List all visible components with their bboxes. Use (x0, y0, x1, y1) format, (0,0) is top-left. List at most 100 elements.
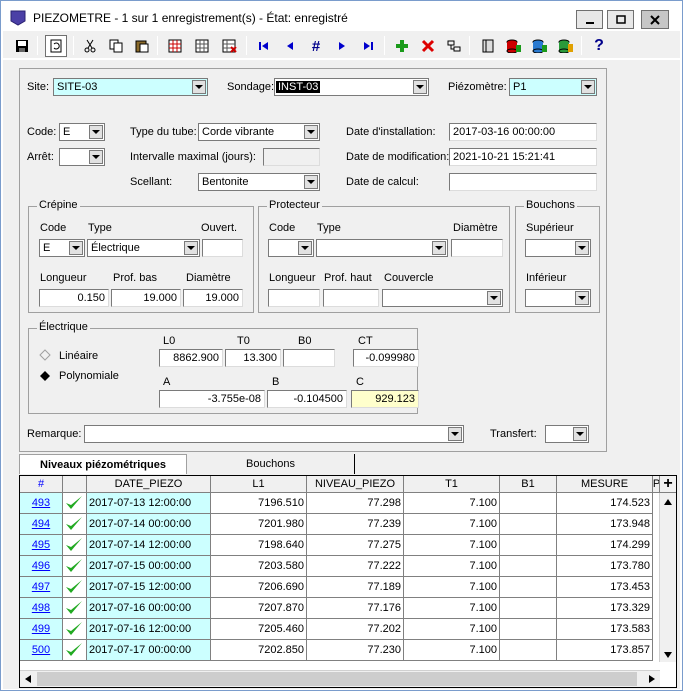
transfert-combo[interactable] (545, 425, 589, 443)
row-status-cell[interactable] (63, 640, 87, 661)
column-header[interactable]: L1 (211, 476, 307, 493)
scroll-down-icon[interactable] (664, 652, 672, 658)
paste-button[interactable] (131, 35, 153, 57)
dropdown-arrow-icon[interactable] (581, 80, 595, 94)
dropdown-arrow-icon[interactable] (304, 125, 318, 139)
dropdown-arrow-icon[interactable] (184, 241, 198, 255)
scroll-up-icon[interactable] (664, 499, 672, 505)
t1-cell[interactable]: 7.100 (404, 598, 500, 619)
save-button[interactable] (11, 35, 33, 57)
column-header[interactable]: NIVEAU_PIEZO (307, 476, 404, 493)
mesure-cell[interactable]: 173.857 (557, 640, 653, 661)
column-header[interactable] (63, 476, 87, 493)
b1-cell[interactable] (500, 577, 557, 598)
date-cell[interactable]: 2017-07-16 00:00:00 (87, 598, 211, 619)
niveau-cell[interactable]: 77.275 (307, 535, 404, 556)
dropdown-arrow-icon[interactable] (575, 291, 589, 305)
protecteur-longueur-field[interactable] (268, 289, 320, 307)
mesure-cell[interactable]: 173.583 (557, 619, 653, 640)
date-cell[interactable]: 2017-07-17 00:00:00 (87, 640, 211, 661)
refresh-button[interactable] (45, 35, 67, 57)
protecteur-diametre-field[interactable] (451, 239, 503, 257)
type-tube-combo[interactable]: Corde vibrante (198, 123, 320, 141)
prof-haut-field[interactable] (323, 289, 379, 307)
code-combo[interactable]: E (59, 123, 105, 141)
scellant-combo[interactable]: Bentonite (198, 173, 320, 191)
row-number[interactable]: 495 (20, 535, 63, 556)
l1-cell[interactable]: 7198.640 (211, 535, 307, 556)
tab-niveaux[interactable]: Niveaux piézométriques (19, 454, 187, 474)
l1-cell[interactable]: 7196.510 (211, 493, 307, 514)
delete-record-button[interactable] (417, 35, 439, 57)
sondage-combo[interactable]: INST-03 (274, 78, 429, 96)
t1-cell[interactable]: 7.100 (404, 556, 500, 577)
vertical-scrollbar[interactable] (659, 493, 676, 662)
b1-cell[interactable] (500, 598, 557, 619)
date-install-field[interactable]: 2017-03-16 00:00:00 (449, 123, 597, 141)
row-number[interactable]: 497 (20, 577, 63, 598)
mesure-cell[interactable]: 173.329 (557, 598, 653, 619)
dropdown-arrow-icon[interactable] (575, 241, 589, 255)
horizontal-scrollbar[interactable] (20, 670, 660, 687)
crepine-code-combo[interactable]: E (39, 239, 85, 257)
remarque-combo[interactable] (84, 425, 464, 443)
l1-cell[interactable]: 7201.980 (211, 514, 307, 535)
mesure-cell[interactable]: 174.523 (557, 493, 653, 514)
C-field[interactable]: 929.123 (351, 390, 419, 408)
row-number[interactable]: 498 (20, 598, 63, 619)
niveau-cell[interactable]: 77.222 (307, 556, 404, 577)
date-modif-field[interactable]: 2021-10-21 15:21:41 (449, 148, 597, 166)
date-cell[interactable]: 2017-07-15 12:00:00 (87, 577, 211, 598)
protecteur-code-combo[interactable] (268, 239, 314, 257)
L0-field[interactable]: 8862.900 (159, 349, 223, 367)
ouvert-field[interactable] (202, 239, 243, 257)
data-grid[interactable]: # DATE_PIEZO L1 NIVEAU_PIEZO T1 B1 MESURE P 493… (19, 475, 677, 688)
book-button[interactable] (477, 35, 499, 57)
l1-cell[interactable]: 7203.580 (211, 556, 307, 577)
add-row-button[interactable]: + (659, 476, 676, 493)
dropdown-arrow-icon[interactable] (573, 427, 587, 441)
l1-cell[interactable]: 7207.870 (211, 598, 307, 619)
prev-record-button[interactable] (279, 35, 301, 57)
last-record-button[interactable] (357, 35, 379, 57)
column-header[interactable]: # (20, 476, 63, 493)
row-status-cell[interactable] (63, 598, 87, 619)
copy-button[interactable] (105, 35, 127, 57)
t1-cell[interactable]: 7.100 (404, 514, 500, 535)
row-number[interactable]: 500 (20, 640, 63, 661)
l1-cell[interactable]: 7202.850 (211, 640, 307, 661)
dropdown-arrow-icon[interactable] (413, 80, 427, 94)
scroll-right-icon[interactable] (649, 675, 655, 683)
niveau-cell[interactable]: 77.202 (307, 619, 404, 640)
column-header[interactable]: DATE_PIEZO (87, 476, 211, 493)
crepine-diametre-field[interactable]: 19.000 (183, 289, 243, 307)
mesure-cell[interactable]: 173.948 (557, 514, 653, 535)
couvercle-combo[interactable] (382, 289, 503, 307)
row-status-cell[interactable] (63, 535, 87, 556)
niveau-cell[interactable]: 77.189 (307, 577, 404, 598)
b1-cell[interactable] (500, 514, 557, 535)
niveau-cell[interactable]: 77.176 (307, 598, 404, 619)
goto-record-button[interactable]: # (305, 35, 327, 57)
cut-button[interactable] (79, 35, 101, 57)
dropdown-arrow-icon[interactable] (304, 175, 318, 189)
column-header[interactable]: B1 (500, 476, 557, 493)
database-edit-button[interactable] (555, 35, 577, 57)
date-cell[interactable]: 2017-07-14 00:00:00 (87, 514, 211, 535)
niveau-cell[interactable]: 77.298 (307, 493, 404, 514)
CT-field[interactable]: -0.099980 (353, 349, 419, 367)
B-field[interactable]: -0.104500 (267, 390, 347, 408)
row-status-cell[interactable] (63, 556, 87, 577)
A-field[interactable]: -3.755e-08 (159, 390, 265, 408)
row-status-cell[interactable] (63, 493, 87, 514)
mesure-cell[interactable]: 173.780 (557, 556, 653, 577)
t1-cell[interactable]: 7.100 (404, 493, 500, 514)
add-record-button[interactable] (391, 35, 413, 57)
b1-cell[interactable] (500, 556, 557, 577)
t1-cell[interactable]: 7.100 (404, 640, 500, 661)
t1-cell[interactable]: 7.100 (404, 619, 500, 640)
niveau-cell[interactable]: 77.230 (307, 640, 404, 661)
database-green-button[interactable] (529, 35, 551, 57)
b1-cell[interactable] (500, 535, 557, 556)
mesure-cell[interactable]: 174.299 (557, 535, 653, 556)
